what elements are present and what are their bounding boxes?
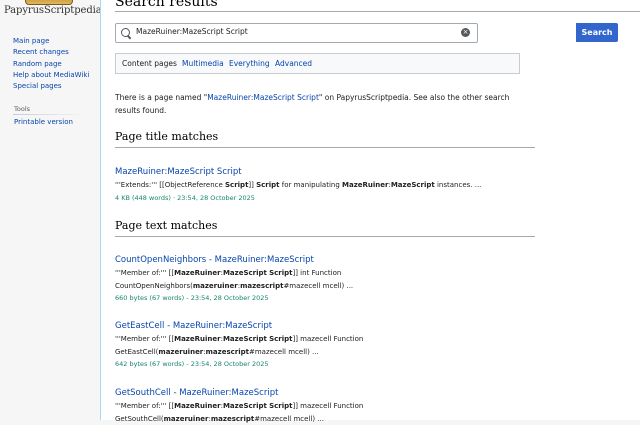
sidebar-item-random-page[interactable]: Random page — [13, 59, 100, 70]
search-button[interactable]: Search — [576, 23, 618, 42]
tab-multimedia[interactable]: Multimedia — [182, 59, 224, 68]
site-logo[interactable]: PapyrusScriptpedia — [0, 0, 100, 22]
section-heading-text-matches: Page text matches — [115, 219, 218, 232]
text-result-1: GetEastCell - MazeRuiner:MazeScript '''M… — [115, 320, 535, 369]
section-divider — [115, 147, 535, 148]
page-title: Search results — [115, 0, 218, 10]
navigation-portal: Main page Recent changes Random page Hel… — [13, 36, 100, 92]
result-meta: 4 KB (448 words) · 23:54, 28 October 202… — [115, 193, 255, 202]
title-result-0: MazeRuiner:MazeScript Script '''Extends:… — [115, 166, 535, 203]
sidebar-item-help[interactable]: Help about MediaWiki — [13, 70, 100, 81]
result-title-link[interactable]: GetSouthCell - MazeRuiner:MazeScript — [115, 388, 278, 398]
sidebar: Main page Recent changes Random page Hel… — [0, 36, 100, 92]
search-icon — [121, 28, 130, 37]
result-snippet: '''Member of:''' [[MazeRuiner:MazeScript… — [115, 269, 354, 290]
section-heading-title-matches: Page title matches — [115, 130, 219, 143]
result-meta: 642 bytes (67 words) - 23:54, 28 October… — [115, 360, 269, 368]
tab-content-pages[interactable]: Content pages — [122, 59, 177, 68]
result-meta: 660 bytes (67 words) - 23:54, 28 October… — [115, 294, 269, 302]
result-snippet: '''Extends:''' [[ObjectReference Script]… — [115, 181, 482, 189]
tab-advanced[interactable]: Advanced — [275, 59, 312, 68]
text-result-0: CountOpenNeighbors - MazeRuiner:MazeScri… — [115, 254, 535, 303]
result-snippet: '''Member of:''' [[MazeRuiner:MazeScript… — [115, 402, 364, 423]
tools-divider — [13, 114, 87, 115]
tab-everything[interactable]: Everything — [229, 59, 270, 68]
notice-prefix: There is a page named " — [115, 93, 208, 102]
search-input[interactable]: MazeRuiner:MazeScript Script × — [115, 23, 478, 43]
result-title-link[interactable]: MazeRuiner:MazeScript Script — [115, 167, 242, 177]
exact-match-link[interactable]: MazeRuiner:MazeScript Script — [207, 93, 319, 102]
text-result-2: GetSouthCell - MazeRuiner:MazeScript '''… — [115, 387, 535, 425]
exact-match-notice: There is a page named "MazeRuiner:MazeSc… — [115, 92, 525, 117]
sidebar-item-recent-changes[interactable]: Recent changes — [13, 47, 100, 58]
logo-wordmark: PapyrusScriptpedia — [4, 5, 100, 16]
result-title-link[interactable]: CountOpenNeighbors - MazeRuiner:MazeScri… — [115, 255, 314, 265]
search-input-value[interactable]: MazeRuiner:MazeScript Script — [136, 27, 248, 36]
section-divider — [115, 236, 535, 237]
result-title-link[interactable]: GetEastCell - MazeRuiner:MazeScript — [115, 321, 272, 331]
clear-icon[interactable]: × — [461, 28, 470, 37]
search-profile-tabs: Content pages Multimedia Everything Adva… — [115, 53, 520, 74]
tools-portal: Printable version — [14, 118, 73, 126]
tools-heading: Tools — [14, 105, 31, 113]
result-snippet: '''Member of:''' [[MazeRuiner:MazeScript… — [115, 335, 364, 356]
main-content: Search results MazeRuiner:MazeScript Scr… — [100, 0, 640, 423]
sidebar-item-special-pages[interactable]: Special pages — [13, 81, 100, 92]
title-divider — [115, 11, 640, 12]
sidebar-item-printable-version[interactable]: Printable version — [14, 118, 73, 126]
sidebar-item-main-page[interactable]: Main page — [13, 36, 100, 47]
